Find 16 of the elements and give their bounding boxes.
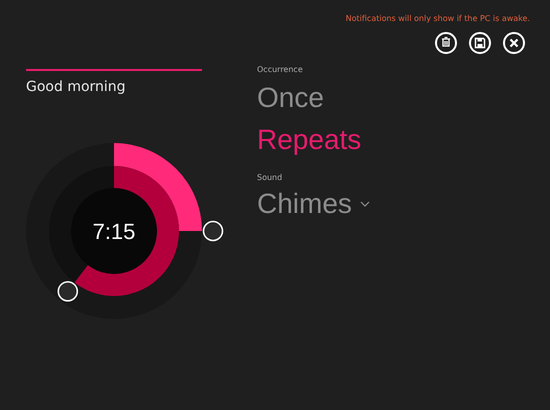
- trash-icon: [440, 37, 452, 49]
- occurrence-option[interactable]: Repeats: [257, 120, 362, 160]
- alarm-name[interactable]: Good morning: [26, 77, 250, 98]
- notice-text: Notifications will only show if the PC is awake.: [346, 13, 530, 25]
- close-icon: [508, 37, 520, 49]
- delete-button[interactable]: [435, 32, 457, 54]
- hour-handle[interactable]: [58, 281, 78, 302]
- occurrence-option[interactable]: Once: [257, 78, 324, 118]
- sound-dropdown[interactable]: Chimes: [257, 184, 370, 224]
- minute-handle[interactable]: [202, 220, 224, 242]
- close-button[interactable]: [503, 32, 525, 54]
- field-label: Occurrence: [257, 64, 304, 76]
- save-button[interactable]: [469, 32, 491, 54]
- field-label: Sound: [257, 172, 284, 184]
- time-text: 7:15: [92, 218, 136, 246]
- chevron-down-icon: [360, 201, 370, 207]
